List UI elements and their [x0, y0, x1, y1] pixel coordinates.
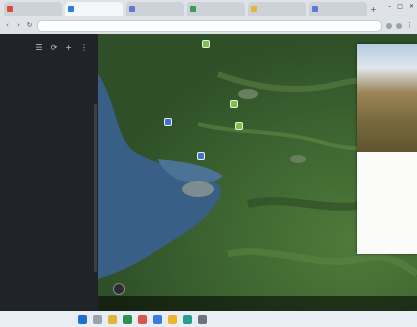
search-icon[interactable]: [93, 314, 102, 324]
browser-tab[interactable]: [248, 2, 306, 16]
placemark-icon[interactable]: [164, 118, 172, 126]
app-icon[interactable]: [138, 314, 147, 324]
favicon-icon: [251, 6, 257, 12]
history-icon[interactable]: ⟳: [51, 43, 58, 52]
start-icon[interactable]: [78, 314, 87, 324]
sidebar-list: [0, 60, 98, 298]
sidebar-item[interactable]: [0, 179, 98, 196]
add-icon[interactable]: +: [65, 43, 72, 52]
placemark-icon[interactable]: [235, 122, 243, 130]
app-icon[interactable]: [123, 314, 132, 324]
sidebar-scrollbar[interactable]: [94, 104, 97, 272]
sidebar-item[interactable]: [0, 145, 98, 162]
address-input[interactable]: [37, 19, 382, 32]
town-area: [182, 181, 214, 197]
close-icon[interactable]: ✕: [409, 3, 414, 10]
profile-icon[interactable]: [396, 22, 402, 29]
browser-tab[interactable]: [309, 2, 367, 16]
extension-icon[interactable]: [386, 22, 392, 29]
project-sidebar: ☰ ⟳ + ⋮: [0, 34, 98, 311]
favicon-icon: [68, 6, 74, 12]
maximize-icon[interactable]: □: [397, 3, 403, 10]
sidebar-item[interactable]: [0, 60, 98, 77]
town-area: [290, 155, 306, 163]
folder-icon[interactable]: [108, 314, 117, 324]
forward-icon[interactable]: ›: [15, 22, 22, 29]
app-icon[interactable]: [198, 314, 207, 324]
browser-tab[interactable]: [187, 2, 245, 16]
place-photo: [357, 44, 417, 152]
window-controls: – □ ✕: [388, 3, 414, 10]
browser-icon[interactable]: [153, 314, 162, 324]
browser-tab[interactable]: [4, 2, 62, 16]
sidebar-item[interactable]: [0, 94, 98, 111]
sidebar-item[interactable]: [0, 213, 98, 230]
more-icon[interactable]: ⋮: [80, 43, 88, 52]
sidebar-item[interactable]: [0, 128, 98, 145]
minimize-icon[interactable]: –: [388, 3, 391, 10]
sidebar-item[interactable]: [0, 264, 98, 281]
browser-tab[interactable]: [126, 2, 184, 16]
map-status-bar: [98, 296, 417, 311]
taskbar-apps: [78, 314, 207, 324]
menu-icon[interactable]: ⋮: [406, 22, 413, 29]
compass-icon[interactable]: [113, 283, 125, 295]
favicon-icon: [7, 6, 13, 12]
sidebar-item[interactable]: [0, 281, 98, 298]
ridge: [227, 248, 417, 277]
favicon-icon: [190, 6, 196, 12]
new-tab-icon[interactable]: +: [370, 5, 377, 14]
url-bar: ‹ › ↻ ⋮: [4, 19, 413, 32]
sidebar-item[interactable]: [0, 162, 98, 179]
browser-tab-active[interactable]: [65, 2, 123, 16]
place-info-panel: [357, 44, 417, 254]
sidebar-item[interactable]: [0, 111, 98, 128]
tab-strip: +: [0, 0, 417, 18]
favicon-icon: [312, 6, 318, 12]
sidebar-item[interactable]: [0, 230, 98, 247]
placemark-icon[interactable]: [202, 40, 210, 48]
os-taskbar: [0, 311, 417, 327]
list-icon[interactable]: ☰: [35, 43, 42, 52]
app-icon[interactable]: [183, 314, 192, 324]
reload-icon[interactable]: ↻: [26, 22, 33, 29]
sidebar-item[interactable]: [0, 247, 98, 264]
placemark-icon[interactable]: [197, 152, 205, 160]
town-area: [238, 89, 258, 99]
panel-description: [357, 160, 417, 164]
panel-title: [357, 152, 417, 160]
placemark-icon[interactable]: [230, 100, 238, 108]
favicon-icon: [129, 6, 135, 12]
sidebar-item[interactable]: [0, 196, 98, 213]
sidebar-item[interactable]: [0, 77, 98, 94]
sidebar-toolbar: ☰ ⟳ + ⋮: [0, 34, 98, 60]
back-icon[interactable]: ‹: [4, 22, 11, 29]
browser-chrome: + – □ ✕ ‹ › ↻ ⋮: [0, 0, 417, 34]
chrome-icon[interactable]: [168, 314, 177, 324]
